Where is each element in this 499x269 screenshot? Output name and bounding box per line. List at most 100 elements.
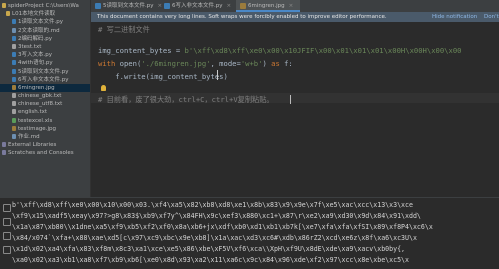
long-lines-notification: This document contains very long lines. … xyxy=(91,12,499,40)
console-output-line: b'\xff\xd8\xff\xe0\x00\x10\x00\x03.\xf4\… xyxy=(12,201,413,209)
tree-item-scratches[interactable]: Scratches and Consoles xyxy=(0,149,90,157)
console-output-line: \xa0\x02\xa3\xb1\xa8\xf7\xb9\xb6[\xe0\x8… xyxy=(12,256,409,264)
python-file-icon xyxy=(12,52,16,58)
text-file-icon xyxy=(12,43,16,49)
tree-item-file[interactable]: testexcel.xls xyxy=(0,117,90,125)
code-variable: img_content_bytes = xyxy=(98,46,185,55)
tree-item-label: chinese_gbk.txt xyxy=(18,93,62,100)
tab-read-text-file[interactable]: 5读取到文本文件.py × xyxy=(91,0,169,12)
tree-item-label: Scratches and Consoles xyxy=(8,150,74,157)
mouse-ibeam-cursor xyxy=(217,70,218,80)
tab-label: 5读取到文本文件.py xyxy=(103,3,154,9)
excel-file-icon xyxy=(12,117,16,123)
keyword-as: as xyxy=(271,59,280,68)
console-output-line: \x1a\x87\xb80\\x1dne\xa5\xf9\xb5\xf2\xf0… xyxy=(12,223,433,231)
python-file-icon xyxy=(164,3,170,9)
tree-item-label: 5读取到文本文件.py xyxy=(18,68,69,75)
tree-item-label: 作业.md xyxy=(18,134,40,140)
tree-item-file[interactable]: 3写入文本.py xyxy=(0,51,90,59)
tree-item-label: testimage.jpg xyxy=(18,125,56,132)
code-alias: f: xyxy=(279,59,293,68)
code-open-call: open( xyxy=(119,59,142,68)
tree-item-file[interactable]: 2文本读取的.md xyxy=(0,27,90,35)
notification-message: This document contains very long lines. … xyxy=(97,14,387,20)
tree-item-file[interactable]: chinese_gbk.txt xyxy=(0,92,90,100)
markdown-file-icon xyxy=(12,27,16,33)
tree-item-label: 3写入文本.py xyxy=(18,52,52,59)
tree-item-file[interactable]: 5读取到文本文件.py xyxy=(0,68,90,76)
tree-item-file[interactable]: 6写入非文本文件.py xyxy=(0,76,90,84)
project-tree-panel: spiderProject C:\Users\Wa L01本地文件读取 1读取文… xyxy=(0,0,91,197)
tree-item-label: testexcel.xls xyxy=(18,117,53,124)
console-toolbar-icon[interactable] xyxy=(3,218,11,226)
tree-item-folder[interactable]: L01本地文件读取 xyxy=(0,10,90,18)
tree-item-file-selected[interactable]: 6mingren.jpg xyxy=(0,83,90,93)
tree-item-label: chinese_utf8.txt xyxy=(18,101,63,108)
tree-item-label: 4with语句.py xyxy=(18,60,53,67)
tree-item-file[interactable]: 3test.txt xyxy=(0,43,90,51)
text-file-icon xyxy=(12,93,16,99)
python-file-icon xyxy=(95,3,101,9)
tree-item-file[interactable]: 4with语句.py xyxy=(0,59,90,67)
tree-item-project-root[interactable]: spiderProject C:\Users\Wa xyxy=(0,2,90,10)
tree-item-external-libraries[interactable]: External Libraries xyxy=(0,141,90,149)
image-file-icon xyxy=(240,3,246,9)
folder-icon xyxy=(2,3,6,8)
code-line-with-open: with open('./6mingren.jpg', mode='w+b') … xyxy=(98,59,293,68)
code-path-string: './6mingren.jpg' xyxy=(141,59,211,68)
console-output-line: \x84/x074`\xfa+\x88\xae\xd5[c\x97\xc9\xb… xyxy=(12,234,417,242)
python-file-icon xyxy=(12,76,16,82)
code-line-comment-note: # 目前看，废了很大劲，ctrl+C，ctrl+V复制粘贴。 xyxy=(98,95,274,104)
tree-item-file[interactable]: 作业.md xyxy=(0,133,90,141)
image-file-icon xyxy=(12,125,16,131)
tree-item-label: 6写入非文本文件.py xyxy=(18,76,69,83)
code-mode-arg: , mode= xyxy=(210,59,241,68)
code-mode-string: 'w+b' xyxy=(240,59,263,68)
hide-notification-link[interactable]: Hide notification xyxy=(432,12,477,22)
keyword-with: with xyxy=(98,59,120,68)
close-icon[interactable]: × xyxy=(289,3,294,9)
code-line-comment: # 写二进制文件 xyxy=(98,25,150,34)
tab-write-binary-file[interactable]: 6写入非文本文件.py × xyxy=(160,0,244,12)
tab-label: 6mingren.jpg xyxy=(248,3,285,9)
tree-item-file[interactable]: 2编码解码.py xyxy=(0,35,90,43)
console-toolbar-icon[interactable] xyxy=(3,246,11,254)
code-paren: ) xyxy=(262,59,272,68)
console-toolbar-icon[interactable] xyxy=(3,204,11,212)
tree-item-file[interactable]: english.txt xyxy=(0,108,90,116)
tree-item-file[interactable]: testimage.jpg xyxy=(0,125,90,133)
console-output-line: \xf9\x15\xadf5\xeay\x97?>g8\x83$\xb9\xf7… xyxy=(12,212,421,220)
console-toolbar-icon[interactable] xyxy=(3,232,11,240)
text-cursor xyxy=(290,95,291,104)
tree-item-label: External Libraries xyxy=(8,142,57,149)
text-file-icon xyxy=(12,101,16,107)
code-line-bytes-assign: img_content_bytes = b'\xff\xd8\xff\xe0\x… xyxy=(98,46,462,55)
tree-item-file[interactable]: chinese_utf8.txt xyxy=(0,100,90,108)
text-file-icon xyxy=(12,109,16,115)
python-file-icon xyxy=(12,68,16,74)
image-file-icon xyxy=(12,84,16,90)
tree-item-file[interactable]: 1读取文本文件.py xyxy=(0,18,90,26)
folder-icon xyxy=(6,11,10,17)
code-line-write: f.write(img_content_bytes) xyxy=(98,72,228,81)
python-file-icon xyxy=(12,60,16,66)
tree-item-label: 1读取文本文件.py xyxy=(18,19,63,26)
code-bytes-literal: b'\xff\xd8\xff\xe0\x00\x10JFIF\x00\x01\x… xyxy=(184,46,462,55)
tree-item-label: 6mingren.jpg xyxy=(18,84,55,91)
tree-item-label: L01本地文件读取 xyxy=(12,11,56,18)
python-file-icon xyxy=(12,19,16,25)
close-icon[interactable]: × xyxy=(227,3,232,9)
library-icon xyxy=(2,142,6,148)
tree-item-label: 3test.txt xyxy=(18,43,42,50)
tree-item-label: english.txt xyxy=(18,109,48,116)
project-tree: spiderProject C:\Users\Wa L01本地文件读取 1读取文… xyxy=(0,2,90,158)
tab-mingren-jpg[interactable]: 6mingren.jpg × xyxy=(236,0,300,12)
tree-item-label: 2编码解码.py xyxy=(18,35,52,42)
tab-label: 6写入非文本文件.py xyxy=(172,3,223,9)
markdown-file-icon xyxy=(12,134,16,139)
console-output-line: \x1d\x02\xa4\xfa\x83\xf8m\x8c3\xa1\xce\x… xyxy=(12,245,406,253)
scratches-icon xyxy=(2,150,6,156)
tree-item-label: spiderProject C:\Users\Wa xyxy=(8,3,79,9)
run-console[interactable]: b'\xff\xd8\xff\xe0\x00\x10\x00\x03.\xf4\… xyxy=(0,197,499,269)
lightbulb-icon[interactable] xyxy=(101,85,106,91)
